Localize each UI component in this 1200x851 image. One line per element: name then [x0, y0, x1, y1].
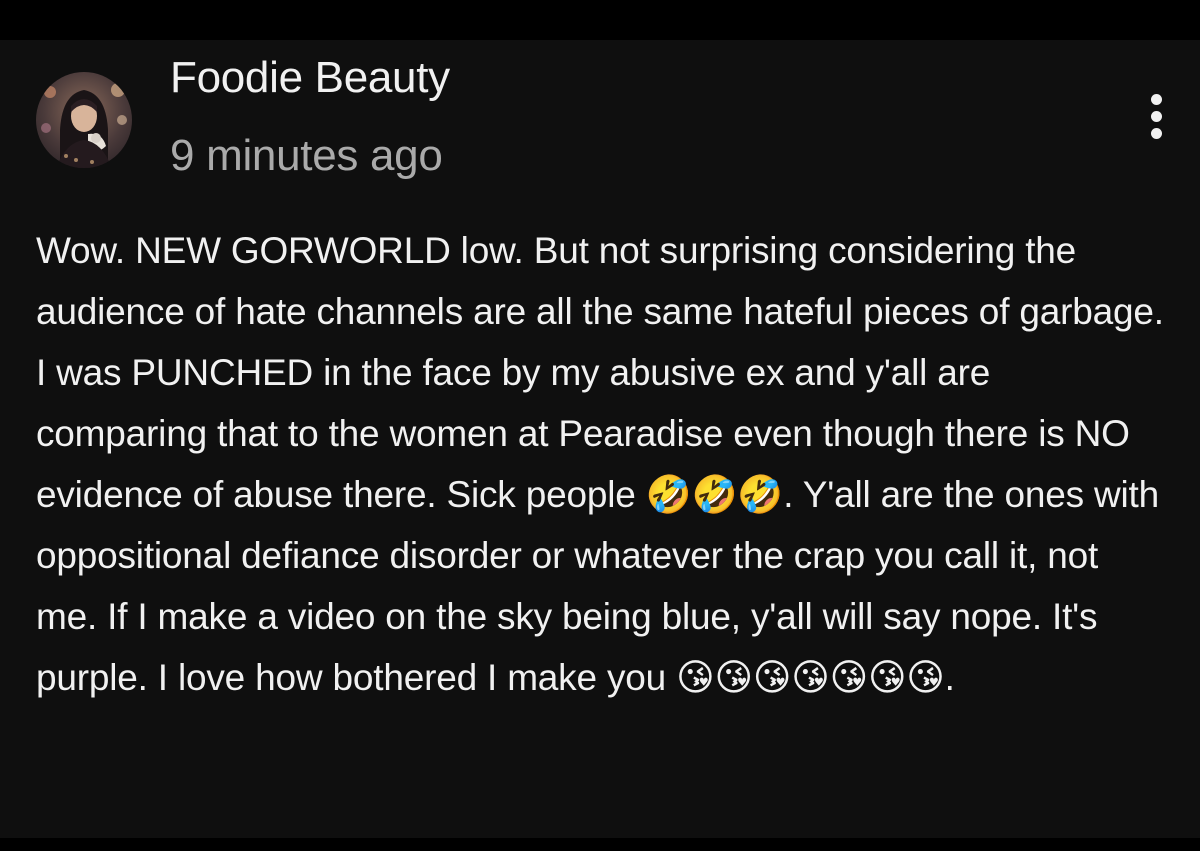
comment-timestamp: 9 minutes ago [170, 131, 443, 180]
menu-dot [1150, 127, 1162, 139]
bottom-band [0, 838, 1200, 851]
author-name[interactable]: Foodie Beauty [170, 50, 450, 106]
more-vertical-icon[interactable] [1136, 88, 1176, 144]
avatar[interactable] [36, 72, 132, 168]
menu-dot [1150, 93, 1162, 105]
menu-dot [1150, 110, 1162, 122]
profile-photo [36, 72, 132, 168]
top-band [0, 0, 1200, 40]
comment-text: Wow. NEW GORWORLD low. But not surprisin… [36, 230, 1164, 698]
